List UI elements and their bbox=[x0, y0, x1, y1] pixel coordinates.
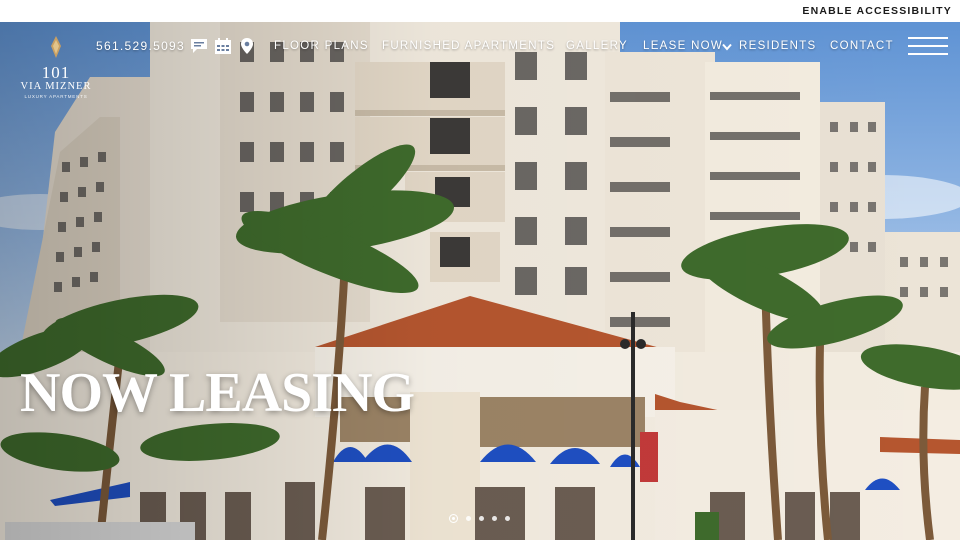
enable-accessibility-link[interactable]: ENABLE ACCESSIBILITY bbox=[802, 5, 952, 17]
logo-name: VIA MIZNER bbox=[20, 81, 92, 92]
map-pin-icon[interactable] bbox=[238, 37, 256, 55]
nav-gallery[interactable]: GALLERY bbox=[566, 40, 628, 52]
logo-tagline: LUXURY APARTMENTS bbox=[24, 94, 88, 99]
hero-photo bbox=[0, 22, 960, 540]
chat-icon[interactable] bbox=[190, 37, 208, 55]
site-logo[interactable]: 101 VIA MIZNER LUXURY APARTMENTS bbox=[18, 36, 94, 110]
flame-logo-icon bbox=[51, 36, 61, 58]
slide-dot-1[interactable] bbox=[449, 514, 458, 523]
hamburger-menu-icon[interactable] bbox=[908, 36, 948, 56]
logo-number: 101 bbox=[41, 63, 71, 82]
hero-banner bbox=[0, 22, 960, 540]
accessibility-bar: ENABLE ACCESSIBILITY bbox=[0, 0, 960, 22]
nav-furnished-apartments[interactable]: FURNISHED APARTMENTS bbox=[382, 40, 555, 52]
nav-residents[interactable]: RESIDENTS bbox=[739, 40, 817, 52]
slide-dot-2[interactable] bbox=[466, 516, 471, 521]
phone-link[interactable]: 561.529.5093 bbox=[96, 39, 185, 53]
slide-dot-5[interactable] bbox=[505, 516, 510, 521]
hero-headline: NOW LEASING bbox=[20, 362, 415, 424]
nav-contact[interactable]: CONTACT bbox=[830, 40, 894, 52]
slide-dot-3[interactable] bbox=[479, 516, 484, 521]
nav-lease-now[interactable]: LEASE NOW bbox=[643, 40, 723, 52]
calendar-icon[interactable] bbox=[214, 37, 232, 55]
nav-floor-plans[interactable]: FLOOR PLANS bbox=[274, 40, 369, 52]
slide-dot-4[interactable] bbox=[492, 516, 497, 521]
chevron-down-icon[interactable] bbox=[722, 43, 732, 51]
